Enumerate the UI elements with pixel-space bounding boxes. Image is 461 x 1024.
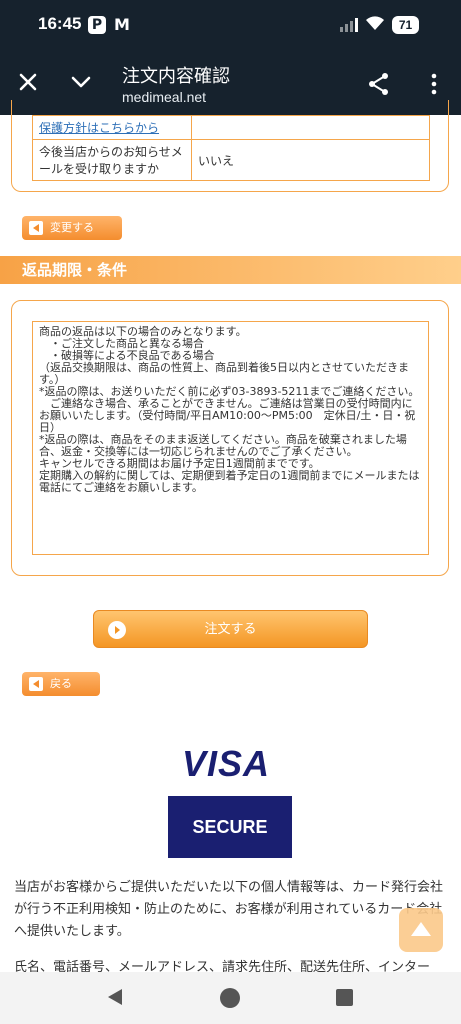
nav-recents-icon[interactable] (336, 989, 353, 1006)
signal-icon (340, 18, 360, 32)
table-row: 今後当店からのお知らせメールを受け取りますか いいえ (32, 139, 430, 181)
privacy-notice: 当店がお客様からご提供いただいた以下の個人情報等は、カード発行会社が行う不正利用… (14, 880, 444, 939)
arrow-right-icon (108, 621, 126, 639)
more-options-icon[interactable] (424, 72, 444, 96)
visa-secure-badge: SECURE (168, 796, 292, 858)
back-button-label: 戻る (50, 677, 72, 690)
privacy-policy-link[interactable]: 保護方針はこちらから (39, 121, 159, 135)
policy-line: *返品の際は、商品をそのまま返送してください。商品を破棄されました場合、返金・交… (39, 433, 407, 458)
nav-back-icon[interactable] (106, 987, 124, 1007)
return-policy-text: 商品の返品は以下の場合のみとなります。 ・ご注文した商品と異なる場合 ・破損等に… (32, 321, 429, 555)
table-cell-label[interactable]: 保護方針はこちらから (32, 115, 192, 140)
table-row: 保護方針はこちらから (32, 115, 430, 140)
place-order-button[interactable]: 注文する (93, 610, 368, 648)
change-button-label: 変更する (50, 221, 94, 234)
nav-home-icon[interactable] (220, 988, 240, 1008)
share-icon[interactable] (368, 72, 390, 96)
privacy-notice-continued: 氏名、電話番号、メールアドレス、請求先住所、配送先住所、インター (14, 960, 431, 973)
arrow-left-icon (29, 221, 43, 235)
close-icon[interactable] (16, 70, 40, 94)
change-button[interactable]: 変更する (22, 216, 122, 240)
policy-line: （返品交換期限は、商品の性質上、商品到着後5日以内とさせていただきます。） (39, 361, 409, 386)
table-cell-value: いいえ (191, 139, 430, 181)
battery-icon: 71 (392, 16, 419, 34)
policy-line: 定期購入の解約に関しては、定期便到着予定日の1週間前までにメールまたは電話にてご… (39, 469, 420, 494)
gmail-icon: M (114, 15, 130, 34)
p-app-icon: P (88, 16, 106, 34)
status-bar: 16:45 P M 71 (0, 0, 461, 50)
scroll-to-top-button[interactable] (399, 908, 443, 952)
page-title: 注文内容確認 (122, 66, 230, 87)
table-cell-value (191, 115, 430, 140)
section-heading: 返品期限・条件 (0, 256, 461, 284)
arrow-left-icon (29, 677, 43, 691)
android-nav-bar (0, 972, 461, 1024)
status-time: 16:45 (38, 14, 82, 33)
table-cell-label: 今後当店からのお知らせメールを受け取りますか (32, 139, 192, 181)
chevron-down-icon[interactable] (68, 70, 94, 94)
form-summary-table: 保護方針はこちらから 今後当店からのお知らせメールを受け取りますか いいえ (32, 115, 430, 181)
wifi-icon (365, 15, 385, 36)
place-order-label: 注文する (204, 622, 257, 637)
policy-line: ご連絡なき場合、承ることができません。ご連絡は営業日の受付時間内にお願いいたしま… (39, 397, 416, 434)
browser-topbar: 16:45 P M 71 注文内容確認 medimeal.net (0, 0, 461, 115)
visa-logo: VISA (182, 743, 271, 784)
back-button[interactable]: 戻る (22, 672, 100, 696)
